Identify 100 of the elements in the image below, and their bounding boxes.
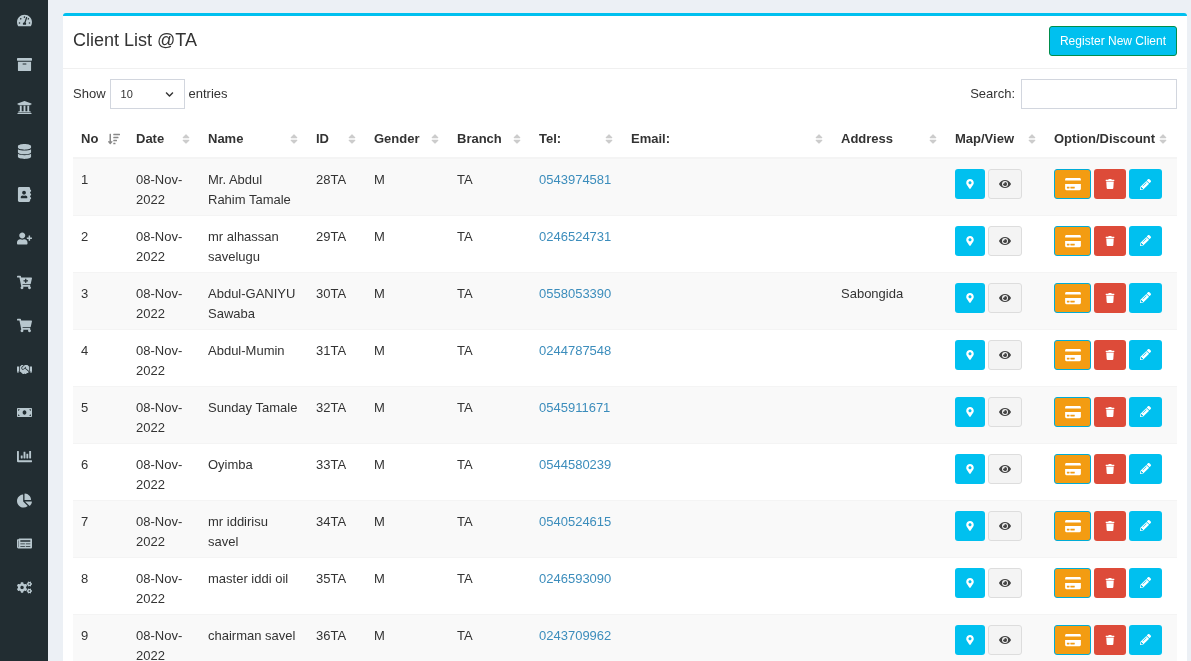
delete-button[interactable] (1094, 624, 1126, 655)
pie-chart-icon[interactable] (16, 492, 32, 508)
view-button[interactable] (988, 339, 1022, 370)
trash-icon (1105, 577, 1115, 588)
edit-button[interactable] (1129, 567, 1162, 598)
column-header[interactable]: Map/View (947, 120, 1046, 158)
delete-button[interactable] (1094, 453, 1126, 484)
contact-book-icon[interactable] (16, 187, 32, 203)
phone-link[interactable]: 0540524615 (539, 513, 612, 529)
column-header[interactable]: Email: (623, 120, 833, 158)
delete-button[interactable] (1094, 567, 1126, 598)
column-header[interactable]: Tel: (531, 120, 623, 158)
table-cell: TA (457, 456, 473, 472)
view-button[interactable] (988, 567, 1022, 598)
table-cell: TA (457, 627, 473, 643)
column-header[interactable]: Date (128, 120, 200, 158)
edit-button[interactable] (1129, 453, 1162, 484)
column-header[interactable]: No (73, 120, 128, 158)
chevron-icon (164, 89, 174, 99)
discount-button[interactable] (1054, 339, 1091, 370)
discount-button[interactable] (1054, 567, 1091, 598)
phone-link[interactable]: 0246524731 (539, 228, 612, 244)
sort-icon (288, 133, 300, 145)
discount-button[interactable] (1054, 169, 1091, 199)
view-button[interactable] (988, 282, 1022, 313)
table-cell: 6 (81, 456, 89, 472)
delete-button[interactable] (1094, 282, 1126, 313)
edit-button[interactable] (1129, 339, 1162, 370)
cart-icon[interactable] (16, 318, 32, 334)
view-button[interactable] (988, 396, 1022, 427)
phone-link[interactable]: 0543974581 (539, 172, 612, 187)
table-cell: TA (457, 399, 473, 415)
table-cell: TA (457, 342, 473, 358)
pencil-icon (1140, 463, 1151, 474)
bank-icon[interactable] (16, 100, 32, 116)
discount-button[interactable] (1054, 510, 1091, 541)
phone-link[interactable]: 0244787548 (539, 342, 612, 358)
settings-icon[interactable] (16, 579, 32, 595)
delete-button[interactable] (1094, 396, 1126, 427)
discount-button[interactable] (1054, 225, 1091, 256)
table-cell: M (374, 399, 385, 415)
view-button[interactable] (988, 225, 1022, 256)
pencil-icon (1140, 292, 1151, 303)
pencil-icon (1140, 178, 1151, 190)
search-field[interactable] (1021, 79, 1177, 109)
view-button[interactable] (988, 453, 1022, 484)
bar-chart-icon[interactable] (16, 448, 32, 464)
phone-link[interactable]: 0544580239 (539, 456, 612, 472)
map-pin-icon (965, 406, 975, 417)
page-size-select[interactable]: 10 (109, 79, 185, 109)
delete-button[interactable] (1094, 339, 1126, 370)
newspaper-icon[interactable] (16, 536, 32, 552)
phone-link[interactable]: 0246593090 (539, 570, 612, 586)
phone-link[interactable]: 0558053390 (539, 285, 612, 301)
table-cell: 08-Nov-2022 (136, 513, 183, 549)
table-cell: master iddi oil (208, 570, 289, 586)
trash-icon (1105, 406, 1115, 417)
card-icon (1064, 290, 1081, 305)
phone-link[interactable]: 0545911671 (539, 399, 611, 415)
edit-button[interactable] (1129, 225, 1162, 256)
dashboard-icon[interactable] (16, 13, 32, 28)
table-cell: 29TA (316, 228, 347, 244)
view-button[interactable] (988, 169, 1022, 199)
column-header[interactable]: Gender (366, 120, 449, 158)
pencil-icon (1140, 520, 1151, 531)
column-header[interactable]: Option/Discount (1046, 120, 1177, 158)
table-cell: 36TA (316, 627, 347, 643)
table-cell: 33TA (316, 456, 347, 472)
table-cell: mr alhassan savelugu (208, 228, 279, 264)
column-header[interactable]: Branch (449, 120, 531, 158)
table-cell: 08-Nov-2022 (136, 627, 183, 661)
column-header[interactable]: ID (308, 120, 366, 158)
discount-button[interactable] (1054, 282, 1091, 313)
delete-button[interactable] (1094, 225, 1126, 256)
eye-icon (999, 178, 1011, 190)
database-icon[interactable] (16, 143, 32, 159)
delete-button[interactable] (1094, 510, 1126, 541)
cart-plus-icon[interactable] (16, 274, 32, 290)
table-cell: 7 (81, 513, 89, 529)
archive-icon[interactable] (16, 56, 32, 72)
pencil-icon (1140, 634, 1151, 645)
table-cell: 08-Nov-2022 (136, 285, 183, 321)
view-button[interactable] (988, 624, 1022, 655)
column-header[interactable]: Address (833, 120, 947, 158)
discount-button[interactable] (1054, 396, 1091, 427)
sort-icon (180, 133, 192, 145)
pencil-icon (1140, 235, 1151, 246)
table-cell: M (374, 228, 385, 244)
table-cell: Sabongida (841, 285, 904, 301)
column-header[interactable]: Name (200, 120, 308, 158)
delete-button[interactable] (1094, 169, 1126, 199)
table-cell: 5 (81, 399, 89, 415)
discount-button[interactable] (1054, 624, 1091, 655)
phone-link[interactable]: 0243709962 (539, 627, 612, 643)
map-pin-icon (965, 634, 975, 645)
table-cell: M (374, 456, 385, 472)
sort-icon (1157, 133, 1169, 145)
add-user-icon[interactable] (16, 230, 32, 246)
view-button[interactable] (988, 510, 1022, 541)
discount-button[interactable] (1054, 453, 1091, 484)
